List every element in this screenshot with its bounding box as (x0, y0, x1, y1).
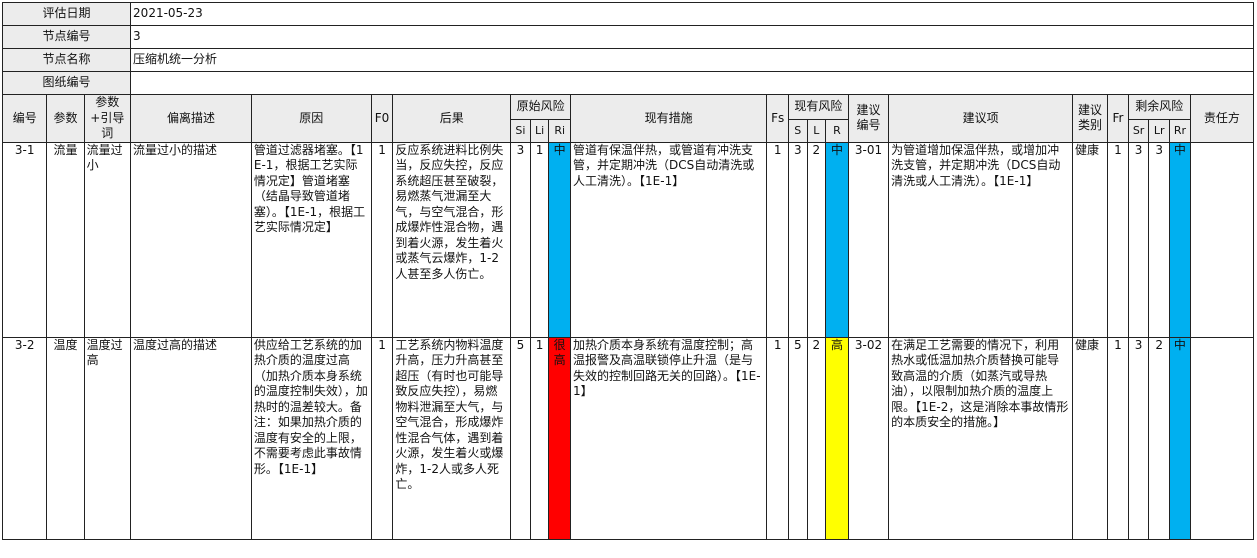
row-rec-type: 健康 (1071, 336, 1109, 540)
header-lr: Lr (1148, 119, 1171, 143)
header-current-risk: 现有风险 (787, 94, 849, 120)
row-fs: 1 (766, 336, 789, 540)
row-consequence: 反应系统进料比例失当，反应失控，反应系统超压甚至破裂，易燃蒸气泄漏至大气，与空气… (392, 141, 512, 338)
row-l: 2 (806, 336, 827, 540)
row-rec: 在满足工艺需要的情况下，利用热水或低温加热介质替换可能导致高温的介质（如蒸汽或导… (888, 336, 1073, 540)
row-owner (1189, 141, 1255, 338)
row-guide: 流量过小 (83, 141, 132, 338)
hazop-table: 评估日期 2021-05-23 节点编号 3 节点名称 压缩机统一分析 图纸编号… (1, 2, 1255, 540)
header-rr: Rr (1169, 119, 1191, 143)
node-no-label: 节点编号 (1, 25, 132, 49)
row-no: 3-1 (1, 141, 48, 338)
row-param: 温度 (46, 336, 85, 540)
header-rec-type: 建议类别 (1071, 94, 1109, 143)
row-si: 3 (510, 141, 531, 338)
meta-row-drawing: 图纸编号 (1, 71, 1254, 95)
table-row: 3-2 温度 温度过高 温度过高的描述 供应给工艺系统的加热介质的温度过高（加热… (1, 336, 1255, 540)
row-rec-no: 3-02 (847, 336, 890, 540)
header-cause: 原因 (250, 94, 372, 143)
row-deviation: 流量过小的描述 (130, 141, 252, 338)
row-deviation: 温度过高的描述 (130, 336, 252, 540)
row-f0: 1 (370, 336, 394, 540)
header-rec: 建议项 (888, 94, 1073, 143)
header-rec-no: 建议编号 (847, 94, 890, 143)
header-fs: Fs (766, 94, 789, 143)
row-rec: 为管道增加保温伴热，或增加冲洗支管，并定期冲洗（DCS自动清洗或人工清洗）。【1… (888, 141, 1073, 338)
row-l: 2 (806, 141, 827, 338)
row-lr: 2 (1148, 336, 1171, 540)
drawing-no-value (130, 71, 1254, 95)
header-li: Li (529, 119, 550, 143)
header-sr: Sr (1127, 119, 1150, 143)
row-r-risk-cell: 高 (825, 336, 849, 540)
row-param: 流量 (46, 141, 85, 338)
table-row: 3-1 流量 流量过小 流量过小的描述 管道过滤器堵塞。【1E-1，根据工艺实际… (1, 141, 1255, 338)
header-l: L (806, 119, 827, 143)
header-guide: 参数+引导词 (83, 94, 132, 143)
row-rec-type: 健康 (1071, 141, 1109, 338)
header-measures: 现有措施 (570, 94, 768, 143)
header-owner: 责任方 (1189, 94, 1255, 143)
header-fr: Fr (1107, 94, 1129, 143)
row-fs: 1 (766, 141, 789, 338)
header-r: R (825, 119, 849, 143)
row-rr-risk-cell: 中 (1169, 141, 1191, 338)
row-rr-risk-cell: 中 (1169, 336, 1191, 540)
row-sr: 3 (1127, 141, 1150, 338)
row-li: 1 (529, 141, 550, 338)
row-f0: 1 (370, 141, 394, 338)
row-li: 1 (529, 336, 550, 540)
header-consequence: 后果 (392, 94, 512, 143)
node-no-value: 3 (130, 25, 1254, 49)
row-si: 5 (510, 336, 531, 540)
row-measures: 加热介质本身系统有温度控制；高温报警及高温联锁停止升温（是与失效的控制回路无关的… (570, 336, 768, 540)
row-lr: 3 (1148, 141, 1171, 338)
header-s: S (787, 119, 808, 143)
header-row-1: 编号 参数 参数+引导词 偏离描述 原因 F0 后果 原始风险 现有措施 Fs … (1, 94, 1255, 143)
row-ri-risk-cell: 中 (548, 141, 572, 338)
row-rec-no: 3-01 (847, 141, 890, 338)
header-f0: F0 (370, 94, 394, 143)
row-s: 3 (787, 141, 808, 338)
row-cause: 供应给工艺系统的加热介质的温度过高（加热介质本身系统的温度控制失效），加热时的温… (250, 336, 372, 540)
row-fr: 1 (1107, 141, 1129, 338)
row-cause: 管道过滤器堵塞。【1E-1，根据工艺实际情况定】管道堵塞（结晶导致管道堵塞）。【… (250, 141, 372, 338)
row-r-risk-cell: 中 (825, 141, 849, 338)
node-name-value: 压缩机统一分析 (130, 48, 1254, 72)
row-measures: 管道有保温伴热，或管道有冲洗支管，并定期冲洗（DCS自动清洗或人工清洗）。【1E… (570, 141, 768, 338)
row-ri-risk-cell: 很高 (548, 336, 572, 540)
header-si: Si (510, 119, 531, 143)
row-fr: 1 (1107, 336, 1129, 540)
eval-date-label: 评估日期 (1, 2, 132, 26)
meta-row-node-no: 节点编号 3 (1, 25, 1254, 49)
header-deviation: 偏离描述 (130, 94, 252, 143)
node-name-label: 节点名称 (1, 48, 132, 72)
row-consequence: 工艺系统内物料温度升高，压力升高甚至超压（有时也可能导致反应失控），易燃物料泄漏… (392, 336, 512, 540)
header-param: 参数 (46, 94, 85, 143)
row-owner (1189, 336, 1255, 540)
row-no: 3-2 (1, 336, 48, 540)
row-s: 5 (787, 336, 808, 540)
header-no: 编号 (1, 94, 48, 143)
row-sr: 3 (1127, 336, 1150, 540)
meta-row-node-name: 节点名称 压缩机统一分析 (1, 48, 1254, 72)
row-guide: 温度过高 (83, 336, 132, 540)
meta-row-date: 评估日期 2021-05-23 (1, 2, 1254, 26)
header-residual-risk: 剩余风险 (1127, 94, 1191, 120)
header-original-risk: 原始风险 (510, 94, 572, 120)
eval-date-value: 2021-05-23 (130, 2, 1254, 26)
header-ri: Ri (548, 119, 572, 143)
drawing-no-label: 图纸编号 (1, 71, 132, 95)
